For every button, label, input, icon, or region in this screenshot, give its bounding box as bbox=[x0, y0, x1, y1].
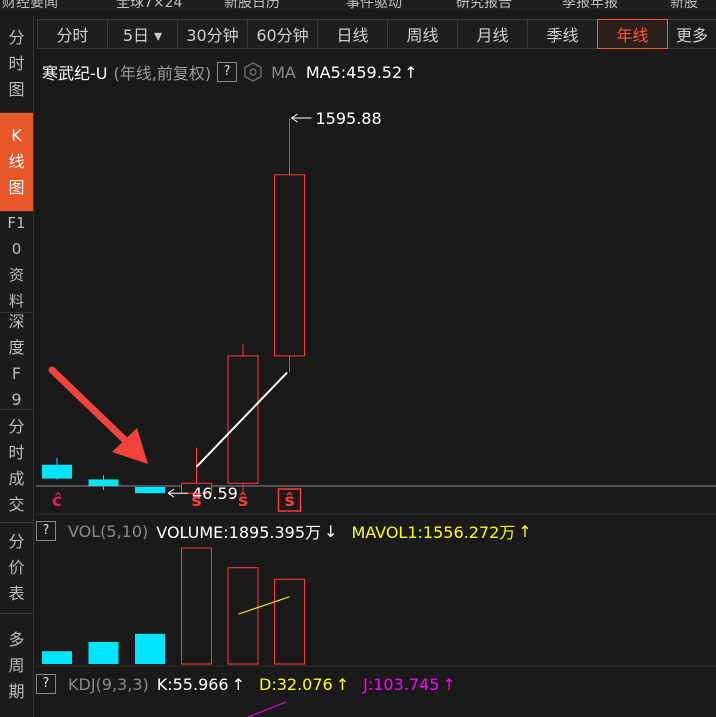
kdj-series bbox=[247, 701, 287, 717]
pointer-arrow-icon bbox=[48, 366, 148, 464]
kline-chart[interactable]: 1595.8846.59ĉ ŝ ŝ ŝ bbox=[0, 0, 716, 717]
volume-bar bbox=[135, 633, 165, 664]
volume-bar bbox=[42, 651, 72, 664]
candle-body bbox=[135, 486, 165, 494]
high-pointer bbox=[291, 113, 312, 123]
candle-body bbox=[88, 479, 119, 486]
signal-marker: ĉ bbox=[52, 491, 62, 511]
signal-marker: ŝ bbox=[191, 491, 201, 511]
candle-body bbox=[274, 174, 305, 357]
candle-body bbox=[42, 464, 72, 479]
signal-marker: ŝ bbox=[284, 491, 294, 511]
volume-bar bbox=[181, 547, 212, 665]
high-price-label: 1595.88 bbox=[316, 109, 382, 128]
volume-bar bbox=[88, 641, 119, 664]
candlestick-series bbox=[42, 118, 305, 499]
price-annotations: 1595.8846.59ĉ ŝ ŝ ŝ bbox=[52, 109, 382, 512]
volume-bar bbox=[227, 567, 259, 665]
kdj-j-line bbox=[247, 701, 287, 717]
tab-yearly[interactable]: 年线 bbox=[597, 19, 668, 49]
volume-bar bbox=[274, 578, 305, 665]
arrow-shaft bbox=[48, 366, 132, 447]
volume-series bbox=[42, 547, 305, 665]
signal-marker: ŝ bbox=[238, 491, 248, 511]
